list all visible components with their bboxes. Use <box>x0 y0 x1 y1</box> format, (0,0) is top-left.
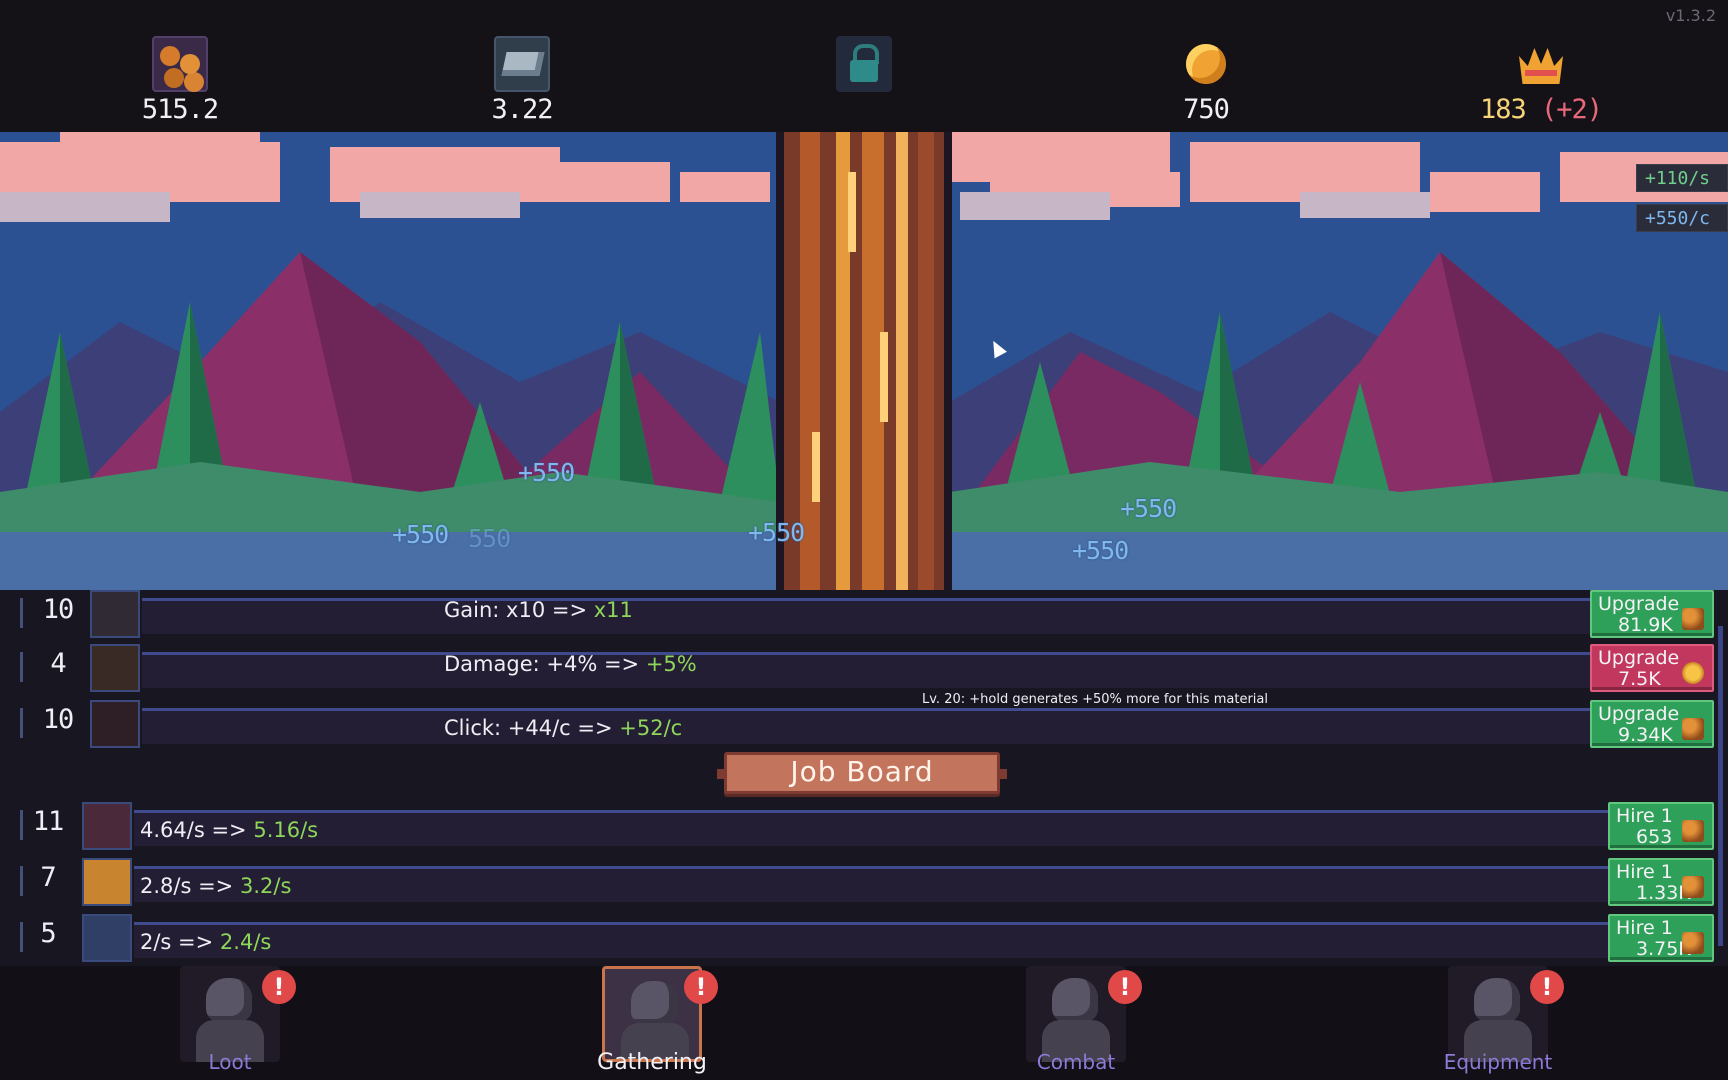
nav-label: Loot <box>208 1050 252 1074</box>
gathering-scene[interactable]: +110/s +550/c +550 +550 550 +550 +550 +5… <box>0 132 1728 590</box>
worker-bar <box>134 922 1626 958</box>
floating-gain: 550 <box>468 524 511 553</box>
level-tick <box>20 708 36 738</box>
upgrade-text: Gain: x10 => x11 <box>444 598 633 622</box>
upgrade-row-click: 10 Click: +44/c => +52/c Upgrade 9.34K <box>20 700 1720 750</box>
crown-icon <box>1513 36 1569 92</box>
worker-row-knight: 5 2/s => 2.4/s Hire 1 3.75K <box>20 914 1720 964</box>
knight-worker-icon <box>82 914 132 962</box>
hire-golden-button[interactable]: Hire 1 1.33K <box>1608 858 1714 906</box>
rate-per-click-chip: +550/c <box>1636 204 1728 232</box>
worker-count: 5 <box>40 918 56 949</box>
worker-rate-text: 4.64/s => 5.16/s <box>140 818 319 842</box>
worker-row-goblin: 11 4.64/s => 5.16/s Hire 1 653 <box>20 802 1720 852</box>
worker-rate-text: 2.8/s => 3.2/s <box>140 874 292 898</box>
resource-crown[interactable]: 183 (+2) <box>1476 36 1606 125</box>
iron-amount: 3.22 <box>491 94 553 125</box>
worker-count: 7 <box>40 862 56 893</box>
upgrade-bar <box>142 598 1610 634</box>
wood-icon <box>1682 608 1704 630</box>
floating-gain: +550 <box>1120 494 1177 523</box>
alert-icon: ! <box>1530 970 1564 1004</box>
upgrade-text: Damage: +4% => +5% <box>444 652 697 676</box>
crown-amount: 183 (+2) <box>1479 94 1603 125</box>
axe-icon <box>90 700 140 748</box>
level-tick <box>20 652 36 682</box>
worker-row-golden: 7 2.8/s => 3.2/s Hire 1 1.33K <box>20 858 1720 908</box>
bottom-navigation: ! Loot ! Gathering ! Combat ! Equipment <box>0 966 1728 1080</box>
version-label: v1.3.2 <box>1665 6 1716 25</box>
panel-scrollbar[interactable] <box>1718 626 1723 946</box>
coin-icon <box>1682 662 1704 684</box>
resource-iron[interactable]: 3.22 <box>452 36 592 125</box>
upgrade-level: 10 <box>42 594 75 625</box>
wood-icon <box>1682 932 1704 954</box>
resource-gold[interactable]: 750 <box>1136 36 1276 125</box>
nav-label: Gathering <box>597 1050 707 1075</box>
worker-bar <box>134 810 1626 846</box>
nav-label: Combat <box>1036 1050 1116 1074</box>
nav-tab-combat[interactable]: ! Combat <box>996 966 1156 1080</box>
nav-tab-equipment[interactable]: ! Equipment <box>1418 966 1578 1080</box>
wood-amount: 515.2 <box>141 94 219 125</box>
upgrade-row-damage: 4 Damage: +4% => +5% Upgrade 7.5K <box>20 644 1720 694</box>
level-tick <box>20 598 36 628</box>
alert-icon: ! <box>262 970 296 1004</box>
upgrade-click-button[interactable]: Upgrade 9.34K <box>1590 700 1714 748</box>
nav-label: Equipment <box>1443 1050 1553 1074</box>
floating-gain: +550 <box>1072 536 1129 565</box>
upgrade-bar <box>142 708 1610 744</box>
hire-goblin-button[interactable]: Hire 1 653 <box>1608 802 1714 850</box>
nav-tab-loot[interactable]: ! Loot <box>150 966 310 1080</box>
alert-icon: ! <box>684 970 718 1004</box>
worker-bar <box>134 866 1626 902</box>
golden-worker-icon <box>82 858 132 906</box>
upgrade-damage-button[interactable]: Upgrade 7.5K <box>1590 644 1714 692</box>
floating-gain: +550 <box>392 520 449 549</box>
upgrade-level: 4 <box>50 648 66 679</box>
forest-background <box>0 132 1728 590</box>
hire-knight-button[interactable]: Hire 1 3.75K <box>1608 914 1714 962</box>
alert-icon: ! <box>1108 970 1142 1004</box>
sawmill-icon <box>90 590 140 638</box>
wood-icon <box>1682 820 1704 842</box>
goblin-worker-icon <box>82 802 132 850</box>
resource-wood[interactable]: 515.2 <box>110 36 250 125</box>
crown-bonus: (+2) <box>1541 94 1603 125</box>
wood-logs-icon <box>152 36 208 92</box>
lock-icon <box>836 36 892 92</box>
upgrade-gain-button[interactable]: Upgrade 81.9K <box>1590 590 1714 638</box>
workbench-icon <box>90 644 140 692</box>
floating-gain: +550 <box>748 518 805 547</box>
iron-ingot-icon <box>494 36 550 92</box>
wood-icon <box>1682 876 1704 898</box>
wood-icon <box>1682 718 1704 740</box>
worker-count: 11 <box>32 806 65 837</box>
upgrade-bar <box>142 652 1610 688</box>
floating-gain: +550 <box>518 458 575 487</box>
gold-amount: 750 <box>1183 94 1230 125</box>
nav-tab-gathering[interactable]: ! Gathering <box>572 966 732 1080</box>
upgrade-row-gain: 10 Gain: x10 => x11 Upgrade 81.9K <box>20 590 1720 640</box>
worker-rate-text: 2/s => 2.4/s <box>140 930 272 954</box>
resource-bar: v1.3.2 515.2 3.22 750 183 (+2) <box>0 0 1728 132</box>
rate-per-second-chip: +110/s <box>1636 164 1728 192</box>
gold-coin-icon <box>1178 36 1234 92</box>
job-board-button[interactable]: Job Board <box>717 752 1007 794</box>
upgrade-text: Click: +44/c => +52/c <box>444 716 683 740</box>
resource-locked[interactable] <box>794 36 934 94</box>
upgrade-level: 10 <box>42 704 75 735</box>
